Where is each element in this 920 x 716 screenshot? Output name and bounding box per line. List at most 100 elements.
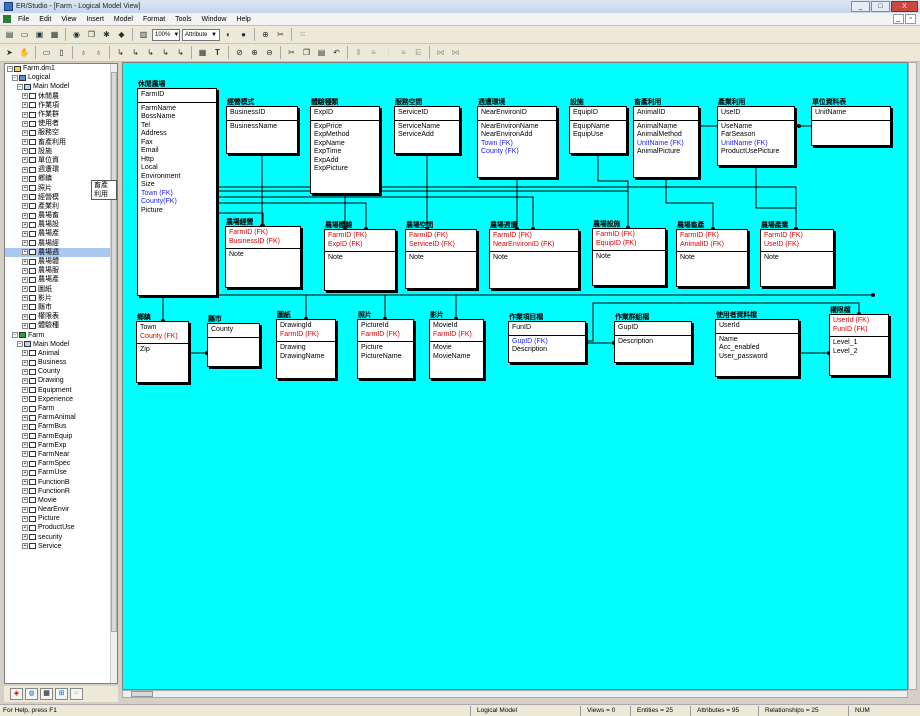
entity-icon[interactable]: ▭	[40, 46, 53, 59]
pointer-icon[interactable]: ➤	[3, 46, 16, 59]
tree-item[interactable]: − Main Model	[5, 82, 117, 91]
entity-movie[interactable]: 影片 MovieId FarmID (FK) Movie MovieName	[429, 312, 484, 379]
tree-item[interactable]: + Business	[5, 358, 117, 367]
entity-svc[interactable]: 服務空間 ServiceID ServiceName ServiceAdd	[394, 99, 460, 154]
model-explorer-tree[interactable]: − Farm.dm1− Logical − Main Model + 休閒農 + 作業項 + 作業群…	[4, 63, 118, 684]
expand-toggle-icon[interactable]: +	[22, 387, 28, 394]
tree-item[interactable]: + 農場畜	[5, 211, 117, 220]
diagram-canvas[interactable]: 休閒農場 FarmID FarmName BossName Tel Address Fax E…	[122, 62, 908, 690]
expand-toggle-icon[interactable]: +	[22, 534, 28, 541]
expand-toggle-icon[interactable]: +	[22, 230, 28, 237]
maximize-button[interactable]: □	[871, 1, 890, 12]
entity-use[interactable]: 產業利用 UseID UseName FarSeason UnitName (FK) Pr…	[717, 99, 795, 166]
view-icon[interactable]: ▯	[55, 46, 68, 59]
expand-toggle-icon[interactable]: +	[22, 240, 28, 247]
tree-item[interactable]: + FarmEquip	[5, 432, 117, 441]
expand-toggle-icon[interactable]: +	[22, 212, 28, 219]
identifying-relationship-icon[interactable]: ↳	[114, 46, 127, 59]
entity-perm[interactable]: 權限檔 UserId (FK) FunID (FK) Level_1 Level_2	[829, 307, 889, 376]
tab-data-dictionary[interactable]: ◍	[25, 688, 38, 700]
compare-icon[interactable]: ✱	[100, 28, 113, 41]
tree-item[interactable]: + Movie	[5, 496, 117, 505]
menu-format[interactable]: Format	[138, 16, 170, 23]
undo-icon[interactable]: ↶	[330, 46, 343, 59]
expand-toggle-icon[interactable]: −	[12, 74, 18, 81]
non-identifying-relationship-icon[interactable]: ↳	[129, 46, 142, 59]
print-icon[interactable]: ▦	[48, 28, 61, 41]
tree-item[interactable]: + 休閒農	[5, 92, 117, 101]
diamond-icon[interactable]: ◆	[115, 28, 128, 41]
cut-small-icon[interactable]: ✂	[285, 46, 298, 59]
text-icon[interactable]: T	[211, 46, 224, 59]
tree-item[interactable]: + Experience	[5, 395, 117, 404]
expand-toggle-icon[interactable]: +	[22, 313, 28, 320]
entity-draw[interactable]: 圖紙 DrawingId FarmID (FK) Drawing DrawingName	[276, 312, 336, 379]
tree-item[interactable]: − Farm.dm1	[5, 64, 117, 73]
close-button[interactable]: X	[891, 1, 918, 12]
expand-toggle-icon[interactable]: +	[22, 221, 28, 228]
tree-item[interactable]: + 設施	[5, 147, 117, 156]
expand-toggle-icon[interactable]: +	[22, 194, 28, 201]
tree-item[interactable]: + 作業群	[5, 110, 117, 119]
cut-icon[interactable]: ✂	[274, 28, 287, 41]
mdi-restore-button[interactable]: ▫	[905, 14, 916, 24]
expand-toggle-icon[interactable]: +	[22, 295, 28, 302]
entity-fbus[interactable]: 農場經營 FarmID (FK) BusinessID (FK) Note	[225, 219, 301, 288]
align-top-icon[interactable]: ≡	[397, 46, 410, 59]
tab-data-lineage[interactable]: ▦	[40, 688, 53, 700]
image-icon[interactable]: ▦	[196, 46, 209, 59]
menu-model[interactable]: Model	[109, 16, 138, 23]
entity-fsvc[interactable]: 農場空間 FarmID (FK) ServiceID (FK) Note	[405, 222, 477, 289]
tree-item[interactable]: + FunctionB	[5, 477, 117, 486]
align-center-icon[interactable]: ≡	[367, 46, 380, 59]
align-bottom-icon[interactable]: ⋿	[412, 46, 425, 59]
tab-repository[interactable]: ⁙	[70, 688, 83, 700]
tree-item[interactable]: + 權限表	[5, 312, 117, 321]
tree-item[interactable]: + 單位資	[5, 156, 117, 165]
tree-item[interactable]: + Animal	[5, 349, 117, 358]
expand-toggle-icon[interactable]: +	[22, 405, 28, 412]
tree-item[interactable]: − Farm	[5, 330, 117, 339]
tree-item[interactable]: + 畜產利用	[5, 138, 117, 147]
mdi-minimize-button[interactable]: _	[893, 14, 904, 24]
menu-edit[interactable]: Edit	[34, 16, 56, 23]
expand-toggle-icon[interactable]: +	[22, 267, 28, 274]
tree-item[interactable]: + 服務空	[5, 128, 117, 137]
tree-item[interactable]: + NearEnvir	[5, 505, 117, 514]
tree-item[interactable]: + 縣市	[5, 303, 117, 312]
tree-item[interactable]: + security	[5, 533, 117, 542]
expand-toggle-icon[interactable]: +	[22, 286, 28, 293]
subtype-icon[interactable]: ♁	[77, 46, 90, 59]
tree-item[interactable]: + 農場週	[5, 247, 117, 257]
expand-toggle-icon[interactable]: +	[22, 148, 28, 155]
expand-toggle-icon[interactable]: +	[22, 120, 28, 127]
expand-toggle-icon[interactable]: +	[22, 451, 28, 458]
expand-toggle-icon[interactable]: +	[22, 157, 28, 164]
expand-toggle-icon[interactable]: +	[22, 359, 28, 366]
menu-view[interactable]: View	[56, 16, 81, 23]
expand-toggle-icon[interactable]: +	[22, 433, 28, 440]
tree-item[interactable]: + 農場體	[5, 257, 117, 266]
entity-town[interactable]: 鄉鎮 Town County (FK) Zip	[136, 314, 189, 383]
align-left-icon[interactable]: ⫴	[352, 46, 365, 59]
tree-item[interactable]: + FarmBus	[5, 422, 117, 431]
tab-macros[interactable]: ⊞	[55, 688, 68, 700]
zoom-icon[interactable]: ⊘	[233, 46, 246, 59]
entity-animal[interactable]: 畜產利用 AnimalID AnimalName AnimalMethod UnitNa…	[633, 99, 699, 178]
menu-file[interactable]: File	[13, 16, 34, 23]
canvas-vertical-scrollbar[interactable]	[908, 62, 917, 690]
display-select[interactable]: Attribute ▼	[182, 28, 220, 41]
tree-item[interactable]: + Farm	[5, 404, 117, 413]
tree-item[interactable]: + 農場產	[5, 275, 117, 284]
entity-equip[interactable]: 設施 EquipID EquipName EquipUse	[569, 99, 627, 154]
open-icon[interactable]: ▭	[18, 28, 31, 41]
entity-pic[interactable]: 照片 PictureId FarmID (FK) Picture PictureName	[357, 312, 414, 379]
expand-toggle-icon[interactable]: −	[17, 83, 23, 90]
expand-toggle-icon[interactable]: +	[22, 414, 28, 421]
tree-item[interactable]: + 農場產	[5, 229, 117, 238]
entity-fanimal[interactable]: 農場畜產 FarmID (FK) AnimalID (FK) Note	[676, 222, 748, 287]
copy-small-icon[interactable]: ❐	[300, 46, 313, 59]
tree-item[interactable]: + 農場服	[5, 266, 117, 275]
expand-toggle-icon[interactable]: −	[12, 332, 18, 339]
tree-item[interactable]: + 圖紙	[5, 285, 117, 294]
